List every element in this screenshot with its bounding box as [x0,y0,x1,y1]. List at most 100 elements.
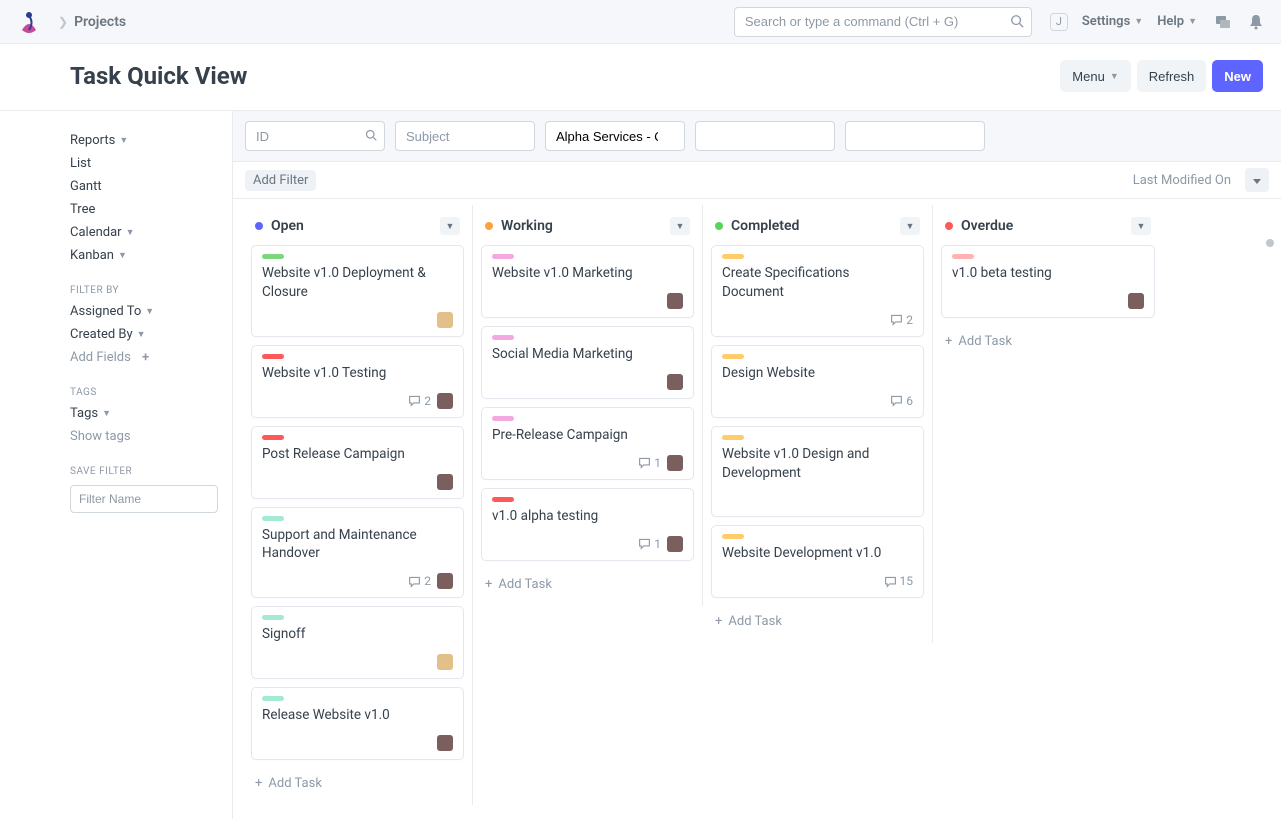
user-avatar[interactable]: J [1050,13,1068,31]
card-title: Release Website v1.0 [262,706,453,725]
search-icon [1010,14,1024,28]
menu-button[interactable]: Menu▼ [1060,60,1130,92]
comment-count: 15 [884,574,914,588]
task-card[interactable]: Website v1.0 Testing 2 [251,345,464,418]
comment-count: 1 [638,537,661,551]
filter-name-input[interactable] [70,485,218,513]
filter-subject-input[interactable] [395,121,535,151]
kanban-column-overdue: Overdue▼v1.0 beta testing+Add Task [933,205,1163,363]
column-menu-button[interactable]: ▼ [900,217,920,235]
sidebar-heading-tags: Tags [70,369,218,402]
sort-label[interactable]: Last Modified On [1133,173,1231,188]
new-button[interactable]: New [1212,60,1263,92]
sidebar-tags[interactable]: Tags▼ [70,402,218,425]
sidebar-view-gantt[interactable]: Gantt [70,175,218,198]
assignee-avatar [437,735,453,751]
task-card[interactable]: Social Media Marketing [481,326,694,399]
card-tag-pill [492,416,514,421]
plus-icon: + [485,577,492,592]
assignee-avatar [437,312,453,328]
sidebar-filter-assigned-to[interactable]: Assigned To▼ [70,300,218,323]
card-tag-pill [492,254,514,259]
task-card[interactable]: Pre-Release Campaign1 [481,407,694,480]
filter-extra2-input[interactable] [845,121,985,151]
sidebar-view-reports[interactable]: Reports▼ [70,129,218,152]
status-dot [485,222,493,230]
status-dot [255,222,263,230]
task-card[interactable]: v1.0 beta testing [941,245,1155,318]
card-tag-pill [492,335,514,340]
main-content: Add Filter Last Modified On Open▼Website… [232,111,1281,819]
add-task-button[interactable]: +Add Task [251,768,464,799]
sidebar-view-calendar[interactable]: Calendar▼ [70,221,218,244]
assignee-avatar [1128,293,1144,309]
card-title: Post Release Campaign [262,445,453,464]
assignee-avatar [667,455,683,471]
chat-icon[interactable] [1215,14,1231,30]
add-task-button[interactable]: +Add Task [711,606,924,637]
bell-icon[interactable] [1249,14,1263,30]
add-filter-chip[interactable]: Add Filter [245,170,316,191]
add-task-button[interactable]: +Add Task [941,326,1155,357]
sidebar-view-tree[interactable]: Tree [70,198,218,221]
settings-menu[interactable]: Settings▼ [1082,14,1143,29]
card-tag-pill [262,615,284,620]
kanban-column-open: Open▼Website v1.0 Deployment & ClosureWe… [243,205,473,805]
column-menu-button[interactable]: ▼ [670,217,690,235]
task-card[interactable]: Create Specifications Document2 [711,245,924,337]
card-title: Website v1.0 Testing [262,364,453,383]
card-title: Create Specifications Document [722,264,913,302]
filter-project-input[interactable] [545,121,685,151]
sidebar-show-tags[interactable]: Show tags [70,425,218,448]
comment-count: 6 [890,394,913,408]
card-tag-pill [262,696,284,701]
task-card[interactable]: Website Development v1.015 [711,525,924,598]
filter-extra1-input[interactable] [695,121,835,151]
card-title: Website v1.0 Marketing [492,264,683,283]
comment-count: 2 [408,394,431,408]
task-card[interactable]: Signoff [251,606,464,679]
task-card[interactable]: Website v1.0 Marketing [481,245,694,318]
assignee-avatar [667,536,683,552]
card-title: Social Media Marketing [492,345,683,364]
card-title: Signoff [262,625,453,644]
plus-icon: + [715,614,722,629]
assignee-avatar [437,573,453,589]
global-search-input[interactable] [734,7,1032,37]
sort-direction-button[interactable] [1245,168,1269,192]
sidebar-add-fields[interactable]: Add Fields + [70,346,218,369]
sidebar-view-kanban[interactable]: Kanban▼ [70,244,218,267]
task-card[interactable]: Website v1.0 Design and Development [711,426,924,518]
card-tag-pill [722,254,744,259]
task-card[interactable]: Website v1.0 Deployment & Closure [251,245,464,337]
sidebar-view-list[interactable]: List [70,152,218,175]
help-menu[interactable]: Help▼ [1157,14,1197,29]
card-tag-pill [952,254,974,259]
column-menu-button[interactable]: ▼ [440,217,460,235]
column-menu-button[interactable]: ▼ [1131,217,1151,235]
task-card[interactable]: Post Release Campaign [251,426,464,499]
chevron-right-icon: ❯ [58,15,68,29]
task-card[interactable]: Support and Maintenance Handover2 [251,507,464,599]
add-task-button[interactable]: +Add Task [481,569,694,600]
card-tag-pill [722,534,744,539]
card-tag-pill [262,516,284,521]
task-card[interactable]: Release Website v1.0 [251,687,464,760]
page-title: Task Quick View [70,62,247,90]
filter-bar-secondary: Add Filter Last Modified On [233,162,1281,199]
assignee-avatar [437,654,453,670]
card-tag-pill [262,435,284,440]
assignee-avatar [437,474,453,490]
task-card[interactable]: v1.0 alpha testing1 [481,488,694,561]
sidebar-filter-created-by[interactable]: Created By▼ [70,323,218,346]
card-title: v1.0 beta testing [952,264,1144,283]
column-title: Working [501,218,553,234]
breadcrumb-projects[interactable]: Projects [74,14,126,30]
task-card[interactable]: Design Website6 [711,345,924,418]
sidebar-heading-save: Save Filter [70,448,218,481]
page-header: Task Quick View Menu▼ Refresh New [0,44,1281,111]
status-dot [715,222,723,230]
refresh-button[interactable]: Refresh [1137,60,1207,92]
filter-id-input[interactable] [245,121,385,151]
card-tag-pill [722,354,744,359]
